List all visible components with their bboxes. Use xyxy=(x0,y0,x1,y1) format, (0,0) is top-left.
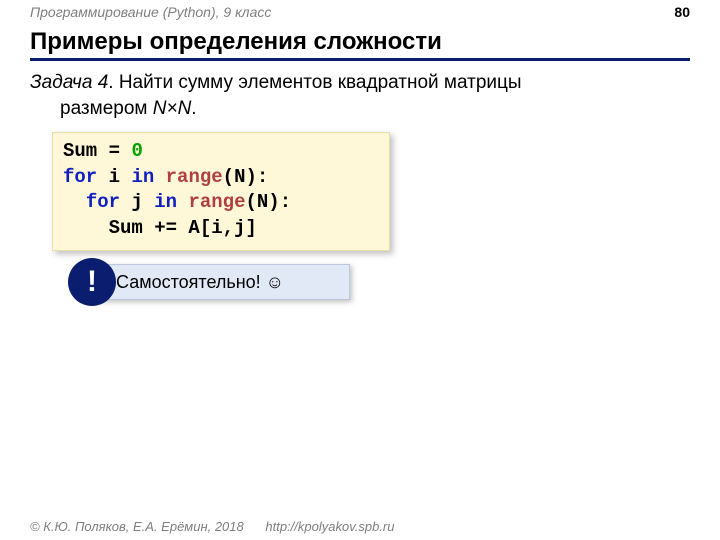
code-l2-for: for xyxy=(63,166,97,188)
code-l3-range: range xyxy=(188,191,245,213)
footer-url: http://kpolyakov.spb.ru xyxy=(265,519,394,534)
code-l3-sp xyxy=(177,191,188,213)
footer-copyright: © К.Ю. Поляков, Е.А. Ерёмин, 2018 xyxy=(30,519,244,534)
task-period: . xyxy=(191,98,196,119)
code-l3-j: j xyxy=(120,191,154,213)
code-l3-for: for xyxy=(86,191,120,213)
slide: Программирование (Python), 9 класс 80 Пр… xyxy=(0,0,720,540)
page-title: Примеры определения сложности xyxy=(30,28,690,61)
code-l1-var: Sum xyxy=(63,140,97,162)
code-l4: Sum += A[i,j] xyxy=(63,217,257,239)
task-size: N×N xyxy=(153,98,192,119)
callout-text: Самостоятельно! ☺ xyxy=(116,272,284,293)
task-line1: . Найти сумму элементов квадратной матри… xyxy=(108,72,521,93)
course-header: Программирование (Python), 9 класс xyxy=(30,4,271,20)
code-l2-tail: (N): xyxy=(223,166,269,188)
code-l1-num: 0 xyxy=(131,140,142,162)
task-line2: размером xyxy=(60,98,153,119)
code-l3-indent xyxy=(63,191,86,213)
code-l1-eq: = xyxy=(97,140,131,162)
footer: © К.Ю. Поляков, Е.А. Ерёмин, 2018 http:/… xyxy=(30,519,394,534)
exclamation-icon: ! xyxy=(68,258,116,306)
code-l3-in: in xyxy=(154,191,177,213)
page-number: 80 xyxy=(674,4,690,20)
code-l3-tail: (N): xyxy=(245,191,291,213)
code-l2-range: range xyxy=(166,166,223,188)
task-text: Задача 4. Найти сумму элементов квадратн… xyxy=(30,70,690,121)
callout-box: Самостоятельно! ☺ xyxy=(95,264,350,300)
task-label: Задача 4 xyxy=(30,72,108,93)
code-l2-i: i xyxy=(97,166,131,188)
code-l2-in: in xyxy=(131,166,154,188)
code-l2-sp xyxy=(154,166,165,188)
code-block: Sum = 0 for i in range(N): for j in rang… xyxy=(52,132,390,251)
